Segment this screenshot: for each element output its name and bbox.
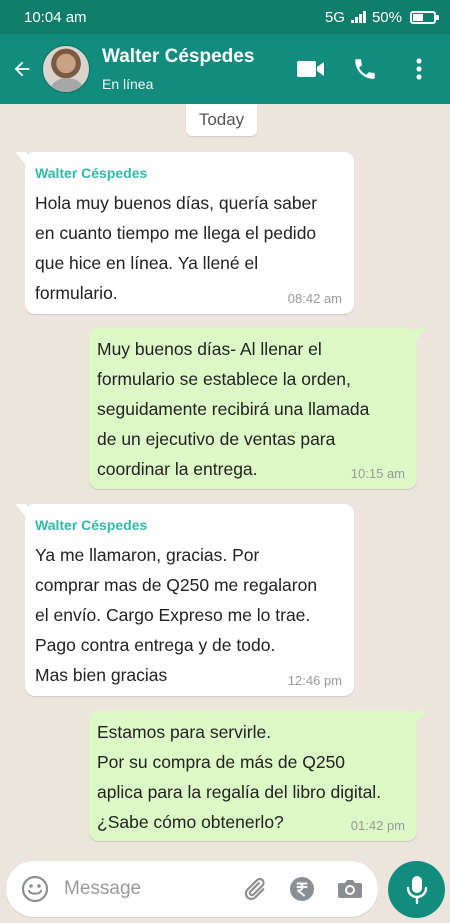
mic-icon xyxy=(406,875,427,904)
video-call-icon xyxy=(297,61,324,77)
paperclip-icon xyxy=(244,877,265,900)
contact-status: En línea xyxy=(102,76,154,92)
more-options-button[interactable] xyxy=(402,52,436,86)
phone-icon xyxy=(355,59,375,79)
contact-info[interactable]: Walter Céspedes En línea xyxy=(102,46,294,92)
more-vert-icon xyxy=(416,58,422,80)
attach-button[interactable] xyxy=(240,872,268,906)
message-outgoing[interactable]: Estamos para servirle. Por su compra de … xyxy=(89,711,427,841)
chat-area[interactable]: Today Walter Céspedes Hola muy buenos dí… xyxy=(0,104,450,864)
camera-icon xyxy=(338,880,362,898)
chat-header: Walter Céspedes En línea xyxy=(0,34,450,104)
message-time: 10:15 am xyxy=(350,466,405,481)
battery-percent: 50% xyxy=(371,8,402,26)
message-outgoing[interactable]: Muy buenos días- Al llenar el formulario… xyxy=(89,328,427,489)
signal-icon xyxy=(350,11,366,23)
message-incoming[interactable]: Walter Céspedes Hola muy buenos días, qu… xyxy=(15,152,354,314)
voice-call-button[interactable] xyxy=(348,52,382,86)
date-separator: Today xyxy=(186,104,257,136)
rupee-icon xyxy=(290,877,314,901)
back-arrow-icon xyxy=(14,61,30,77)
emoji-icon xyxy=(21,875,49,903)
avatar[interactable] xyxy=(42,45,90,93)
mic-button[interactable] xyxy=(388,861,445,918)
message-time: 12:46 pm xyxy=(287,673,342,688)
camera-button[interactable] xyxy=(336,872,364,906)
battery-level-fill xyxy=(413,13,423,21)
message-incoming[interactable]: Walter Céspedes Ya me llamaron, gracias.… xyxy=(15,504,354,696)
payment-button[interactable] xyxy=(288,872,316,906)
status-time: 10:04 am xyxy=(24,8,87,26)
status-bar: 10:04 am 5G 50% xyxy=(0,0,450,34)
message-time: 08:42 am xyxy=(287,291,342,306)
contact-name: Walter Céspedes xyxy=(102,46,255,67)
message-time: 01:42 pm xyxy=(350,818,405,833)
message-text: Hola muy buenos días, quería saber en cu… xyxy=(35,193,318,303)
message-composer xyxy=(6,861,378,917)
status-indicators: 5G 50% xyxy=(324,8,439,26)
message-sender: Walter Céspedes xyxy=(35,165,148,181)
network-label: 5G xyxy=(324,8,345,26)
battery-icon xyxy=(410,10,439,24)
back-button[interactable] xyxy=(2,34,42,104)
message-text: Muy buenos días- Al llenar el formulario… xyxy=(97,339,370,479)
message-text: Ya me llamaron, gracias. Por comprar mas… xyxy=(35,545,318,685)
video-call-button[interactable] xyxy=(294,52,328,86)
emoji-button[interactable] xyxy=(20,874,50,904)
message-input[interactable] xyxy=(64,878,224,900)
message-sender: Walter Céspedes xyxy=(35,517,148,533)
